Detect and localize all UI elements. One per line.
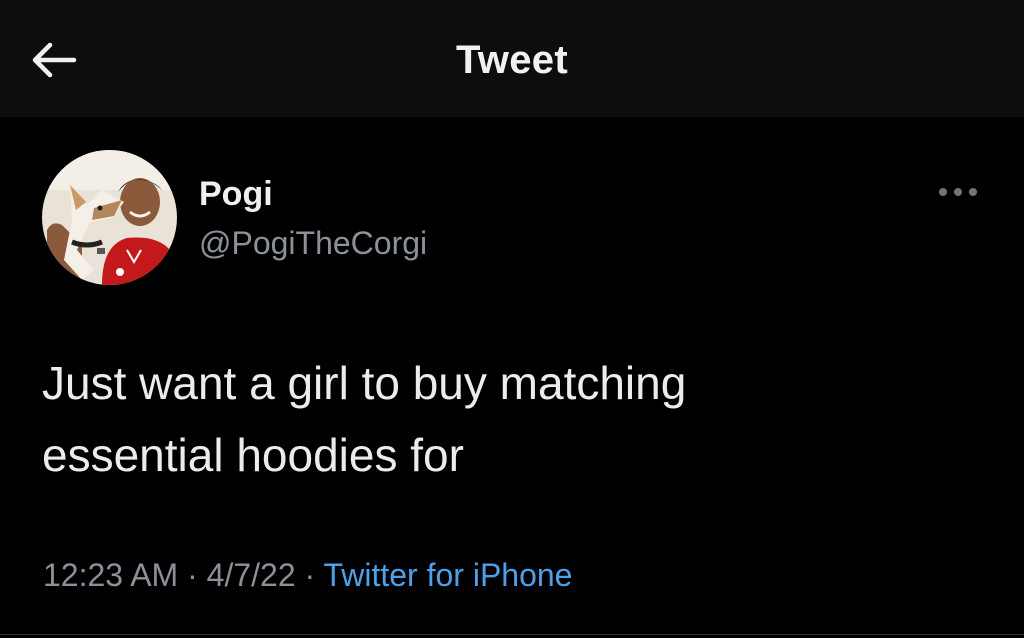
tweet-date: 4/7/22 [206,557,296,593]
tweet-metadata: 12:23 AM · 4/7/22 · Twitter for iPhone [43,557,572,594]
tweet-source-link[interactable]: Twitter for iPhone [323,557,572,593]
author-name[interactable]: Pogi [199,175,273,214]
more-options-button[interactable] [936,182,980,202]
tweet-detail: Pogi @PogiTheCorgi Just want a girl to b… [0,117,1024,638]
page-title: Tweet [456,38,568,82]
more-horizontal-icon [939,188,977,196]
tweet-text: Just want a girl to buy matching essenti… [42,357,687,481]
meta-separator: · [304,557,316,593]
avatar-photo [42,150,177,285]
avatar[interactable] [42,150,177,285]
tweet-time: 12:23 AM [43,557,179,593]
divider [0,634,1024,635]
meta-separator: · [187,557,198,593]
author-handle[interactable]: @PogiTheCorgi [199,225,427,262]
top-navigation-bar: Tweet [0,0,1024,117]
